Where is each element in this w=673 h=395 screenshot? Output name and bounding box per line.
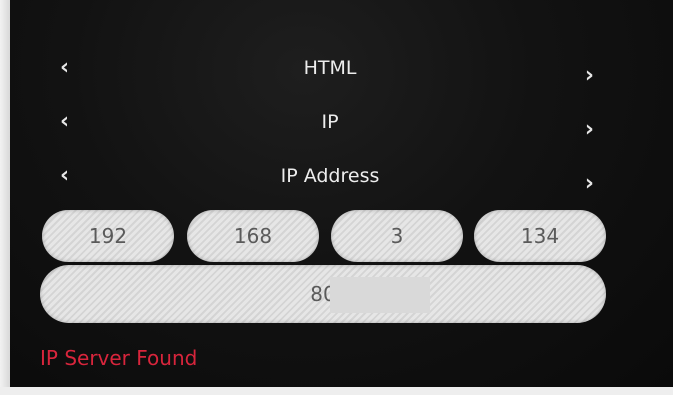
status-message: IP Server Found <box>40 346 198 370</box>
chevron-right-icon[interactable]: › <box>585 58 594 94</box>
ip-octet-1-field[interactable]: 192 <box>42 210 174 262</box>
menu-row-label: IP Address <box>280 165 380 187</box>
port-field[interactable]: 80 <box>40 265 606 323</box>
chevron-right-icon[interactable]: › <box>585 166 594 202</box>
menu-row-label: HTML <box>303 57 357 79</box>
menu-row-mode[interactable]: ‹ IP › <box>50 104 610 142</box>
screen-bezel <box>0 0 10 395</box>
menu-row-ip-address[interactable]: ‹ IP Address › <box>50 158 610 196</box>
ip-octet-3-field[interactable]: 3 <box>331 210 463 262</box>
menu-row-protocol[interactable]: ‹ HTML › <box>50 50 610 88</box>
screen-bezel-bottom <box>0 387 673 395</box>
redaction-block <box>330 277 430 313</box>
menu-row-label: IP <box>321 111 339 133</box>
ip-octet-4-field[interactable]: 134 <box>474 210 606 262</box>
ip-octet-2-field[interactable]: 168 <box>187 210 319 262</box>
chevron-right-icon[interactable]: › <box>585 112 594 148</box>
device-screen: ‹ HTML › ‹ IP › ‹ IP Address › 192 168 3… <box>0 0 673 395</box>
